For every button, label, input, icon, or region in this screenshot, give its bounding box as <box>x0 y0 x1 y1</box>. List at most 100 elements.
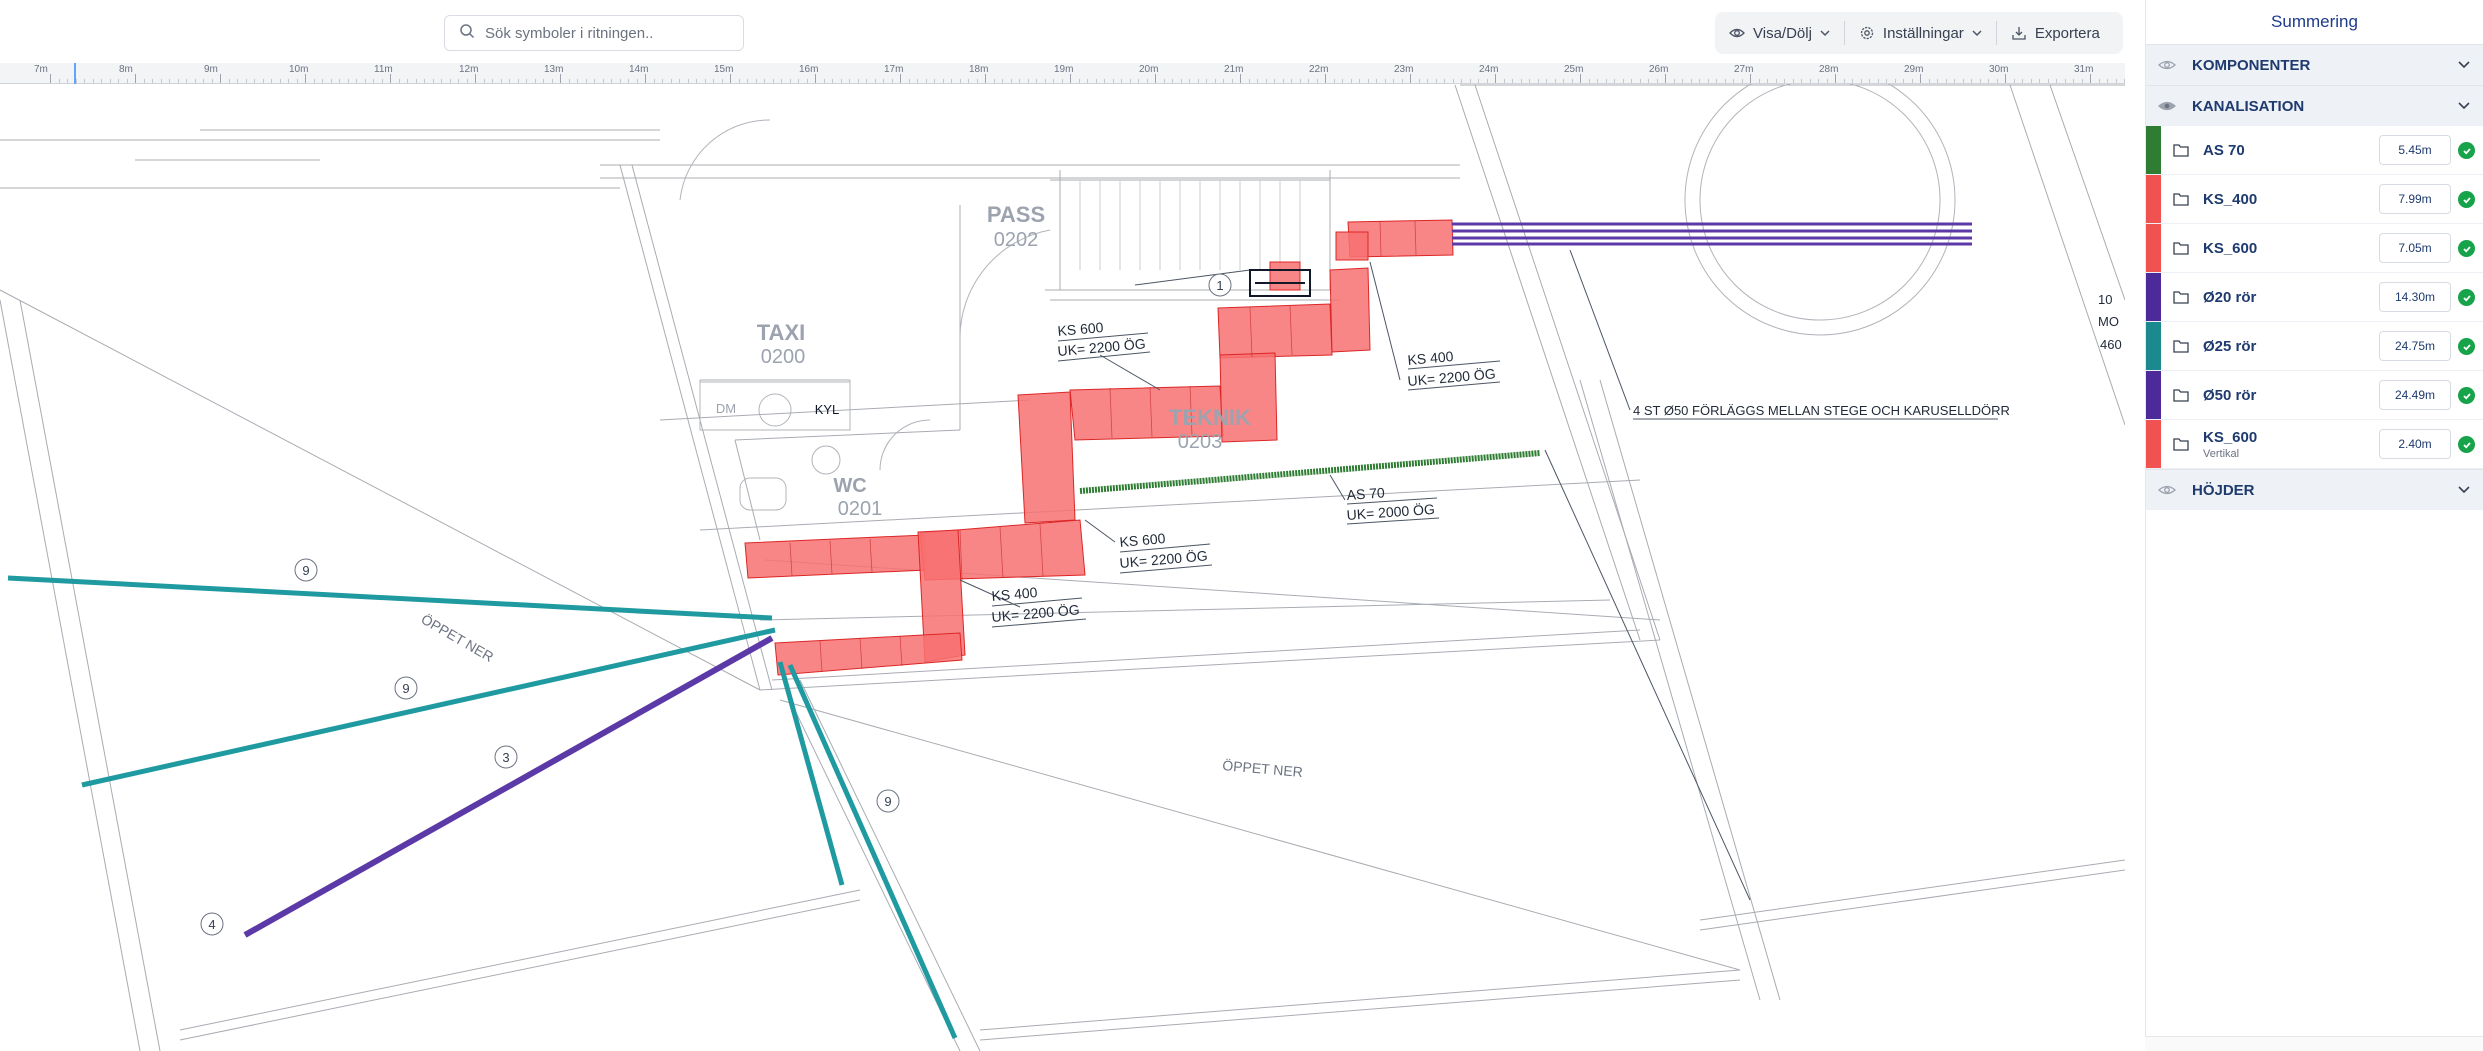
item-value[interactable]: 5.45m <box>2379 135 2451 165</box>
floor-plan-drawing[interactable]: 1 9 9 3 4 9 PASS 0202 TAXI 0200 WC 0201 … <box>0 0 2125 1051</box>
ruler-minor-tick <box>594 79 595 83</box>
ruler-minor-tick <box>1886 79 1887 83</box>
svg-text:UK= 2200 ÖG: UK= 2200 ÖG <box>991 600 1080 625</box>
item-value[interactable]: 24.49m <box>2379 380 2451 410</box>
ruler-minor-tick <box>1384 79 1386 83</box>
ruler-minor-tick <box>1648 79 1649 83</box>
item-label: Ø25 rör <box>2203 337 2257 355</box>
ruler-minor-tick <box>1996 79 1998 83</box>
ruler-minor-tick <box>92 79 94 83</box>
ruler-minor-tick <box>823 79 825 83</box>
ruler-minor-tick <box>2098 79 2100 83</box>
ruler-minor-tick <box>245 79 247 83</box>
svg-text:AS 70: AS 70 <box>1346 484 1385 503</box>
ruler-minor-tick <box>1741 79 1743 83</box>
ruler-minor-tick <box>1979 79 1981 83</box>
ruler-minor-tick <box>1087 79 1088 83</box>
check-icon[interactable] <box>2458 436 2475 453</box>
ruler-minor-tick <box>1112 79 1114 83</box>
ruler-label: 14m <box>629 64 649 75</box>
item-value[interactable]: 2.40m <box>2379 429 2451 459</box>
as70-tray <box>1079 450 1541 494</box>
ruler-tick <box>1155 74 1156 83</box>
section-komponenter[interactable]: KOMPONENTER <box>2146 44 2483 85</box>
ruler-minor-tick <box>169 79 170 83</box>
section-hojder[interactable]: HÖJDER <box>2146 469 2483 510</box>
ks-tray-ribs <box>789 220 1417 673</box>
svg-text:9: 9 <box>884 794 891 809</box>
check-icon[interactable] <box>2458 387 2475 404</box>
eye-icon[interactable] <box>2158 99 2178 113</box>
ruler-minor-tick <box>101 79 102 83</box>
ruler-minor-tick <box>288 79 289 83</box>
ruler-minor-tick <box>381 79 383 83</box>
ruler-minor-tick <box>874 79 876 83</box>
ruler-minor-tick <box>840 79 842 83</box>
ruler: 7m 8m 9m 10m 11m 12m 13m 14m 15m 16m 17m 18m 19m 20m 2… <box>0 63 2125 84</box>
kanalisation-item[interactable]: KS_400 7.99m <box>2146 175 2483 224</box>
ruler-minor-tick <box>1699 79 1700 83</box>
svg-text:ÖPPET NER: ÖPPET NER <box>419 610 497 665</box>
check-icon[interactable] <box>2458 338 2475 355</box>
ruler-label: 25m <box>1564 64 1584 75</box>
item-value[interactable]: 7.99m <box>2379 184 2451 214</box>
ruler-minor-tick <box>1818 79 1819 83</box>
ruler-label: 10m <box>289 64 309 75</box>
kanalisation-item[interactable]: Ø20 rör 14.30m <box>2146 273 2483 322</box>
ruler-tick <box>305 74 306 83</box>
eye-icon[interactable] <box>2158 58 2178 72</box>
check-icon[interactable] <box>2458 142 2475 159</box>
kanalisation-item[interactable]: KS_600 Vertikal 2.40m <box>2146 420 2483 469</box>
export-label: Exportera <box>2034 24 2100 42</box>
ruler-minor-tick <box>407 79 408 83</box>
check-icon[interactable] <box>2458 191 2475 208</box>
ruler-minor-tick <box>1206 79 1207 83</box>
export-button[interactable]: Exportera <box>1997 12 2114 54</box>
ruler-label: 21m <box>1224 64 1244 75</box>
ruler-minor-tick <box>1563 79 1564 83</box>
toolbar: Visa/Dölj Inställningar Exportera <box>1715 12 2123 54</box>
folder-icon <box>2173 241 2189 255</box>
drawing-canvas[interactable]: 1 9 9 3 4 9 PASS 0202 TAXI 0200 WC 0201 … <box>0 0 2125 1051</box>
ruler-minor-tick <box>203 79 204 83</box>
svg-text:460: 460 <box>2100 337 2122 352</box>
ruler-minor-tick <box>908 79 910 83</box>
ruler-label: 7m <box>34 64 48 75</box>
check-icon[interactable] <box>2458 240 2475 257</box>
ruler-minor-tick <box>1367 79 1369 83</box>
kanalisation-item[interactable]: Ø25 rör 24.75m <box>2146 322 2483 371</box>
ruler-minor-tick <box>364 79 366 83</box>
check-icon[interactable] <box>2458 289 2475 306</box>
purple-pipe-50 <box>243 635 774 938</box>
svg-text:KS 400: KS 400 <box>1407 348 1454 368</box>
room-number: 0203 <box>1178 431 1223 453</box>
item-value[interactable]: 24.75m <box>2379 331 2451 361</box>
ruler-minor-tick <box>942 79 944 83</box>
ruler-tick <box>1495 74 1496 83</box>
item-value[interactable]: 7.05m <box>2379 233 2451 263</box>
ruler-minor-tick <box>1095 79 1097 83</box>
ruler-minor-tick <box>687 79 689 83</box>
section-label: HÖJDER <box>2192 481 2255 499</box>
ruler-minor-tick <box>1308 79 1309 83</box>
ruler-minor-tick <box>1733 79 1734 83</box>
ruler-minor-tick <box>806 79 808 83</box>
ruler-minor-tick <box>424 79 425 83</box>
item-label: KS_400 <box>2203 190 2258 208</box>
kanalisation-item[interactable]: Ø50 rör 24.49m <box>2146 371 2483 420</box>
ruler-minor-tick <box>696 79 697 83</box>
item-value[interactable]: 14.30m <box>2379 282 2451 312</box>
ruler-minor-tick <box>1809 79 1811 83</box>
ruler-minor-tick <box>968 79 969 83</box>
search-box[interactable] <box>444 15 744 51</box>
section-kanalisation[interactable]: KANALISATION <box>2146 85 2483 126</box>
ruler-minor-tick <box>2047 79 2049 83</box>
search-input[interactable] <box>485 24 725 42</box>
show-hide-button[interactable]: Visa/Dölj <box>1715 12 1844 54</box>
kanalisation-item[interactable]: AS 70 5.45m <box>2146 126 2483 175</box>
eye-icon[interactable] <box>2158 483 2178 497</box>
settings-label: Inställningar <box>1882 24 1964 42</box>
ruler-minor-tick <box>1784 79 1785 83</box>
settings-button[interactable]: Inställningar <box>1845 12 1996 54</box>
kanalisation-item[interactable]: KS_600 7.05m <box>2146 224 2483 273</box>
